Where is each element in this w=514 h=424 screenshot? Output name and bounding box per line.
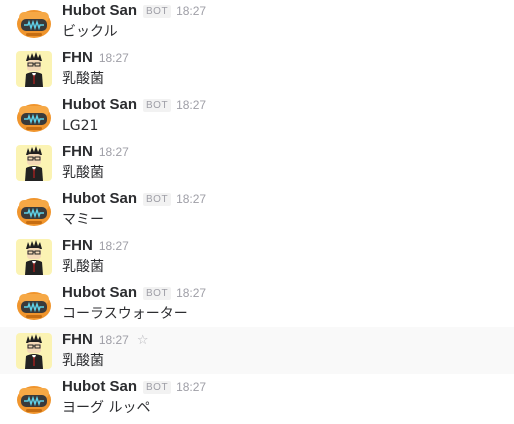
hubot-avatar-icon	[16, 380, 52, 416]
message-row[interactable]: Hubot San BOT 18:27 ビックル	[0, 2, 514, 49]
hubot-robot-avatar[interactable]	[16, 286, 52, 322]
message-text: ビックル	[62, 24, 118, 40]
author-name[interactable]: FHN	[62, 49, 93, 66]
hubot-avatar-icon	[16, 286, 52, 322]
hubot-robot-avatar[interactable]	[16, 98, 52, 134]
author-name[interactable]: Hubot San	[62, 96, 137, 113]
message-list: Hubot San BOT 18:27 ビックル FHN 18:27 乳酸菌 Hubot …	[0, 0, 514, 424]
message-timestamp[interactable]: 18:27	[176, 98, 206, 112]
message-row[interactable]: FHN 18:27 乳酸菌	[0, 143, 514, 190]
fhn-user-avatar[interactable]	[16, 333, 52, 369]
message-timestamp[interactable]: 18:27	[176, 286, 206, 300]
author-name[interactable]: FHN	[62, 143, 93, 160]
message-row[interactable]: Hubot San BOT 18:27 LG21	[0, 96, 514, 143]
message-timestamp[interactable]: 18:27	[176, 380, 206, 394]
message-header: Hubot San BOT 18:27	[62, 284, 206, 302]
fhn-user-avatar[interactable]	[16, 145, 52, 181]
message-text: ヨーグ ルッペ	[62, 400, 151, 416]
message-header: FHN 18:27	[62, 49, 129, 67]
message-text: 乳酸菌	[62, 71, 104, 87]
fhn-avatar-icon	[16, 51, 52, 87]
message-header: FHN 18:27 ☆	[62, 331, 149, 349]
fhn-avatar-icon	[16, 145, 52, 181]
bot-badge: BOT	[143, 99, 172, 112]
message-timestamp[interactable]: 18:27	[99, 51, 129, 65]
author-name[interactable]: Hubot San	[62, 378, 137, 395]
bot-badge: BOT	[143, 381, 172, 394]
message-row[interactable]: Hubot San BOT 18:27 コーラスウォーター	[0, 284, 514, 331]
author-name[interactable]: FHN	[62, 237, 93, 254]
hubot-avatar-icon	[16, 192, 52, 228]
message-text: マミー	[62, 212, 104, 228]
fhn-user-avatar[interactable]	[16, 51, 52, 87]
hubot-robot-avatar[interactable]	[16, 192, 52, 228]
message-text: コーラスウォーター	[62, 306, 188, 322]
message-header: Hubot San BOT 18:27	[62, 2, 206, 20]
message-row[interactable]: Hubot San BOT 18:27 ヨーグ ルッペ	[0, 378, 514, 424]
fhn-avatar-icon	[16, 239, 52, 275]
hubot-robot-avatar[interactable]	[16, 4, 52, 40]
message-header: Hubot San BOT 18:27	[62, 190, 206, 208]
message-row[interactable]: FHN 18:27 乳酸菌	[0, 237, 514, 284]
fhn-avatar-icon	[16, 333, 52, 369]
author-name[interactable]: FHN	[62, 331, 93, 348]
bot-badge: BOT	[143, 5, 172, 18]
message-row[interactable]: FHN 18:27 乳酸菌	[0, 49, 514, 96]
hubot-avatar-icon	[16, 4, 52, 40]
author-name[interactable]: Hubot San	[62, 2, 137, 19]
bot-badge: BOT	[143, 193, 172, 206]
message-header: FHN 18:27	[62, 143, 129, 161]
fhn-user-avatar[interactable]	[16, 239, 52, 275]
hubot-robot-avatar[interactable]	[16, 380, 52, 416]
author-name[interactable]: Hubot San	[62, 190, 137, 207]
message-timestamp[interactable]: 18:27	[176, 4, 206, 18]
star-outline-icon[interactable]: ☆	[137, 331, 149, 349]
message-timestamp[interactable]: 18:27	[99, 239, 129, 253]
message-text: 乳酸菌	[62, 165, 104, 181]
message-row[interactable]: Hubot San BOT 18:27 マミー	[0, 190, 514, 237]
message-text: LG21	[62, 118, 99, 134]
message-row[interactable]: FHN 18:27 ☆ 乳酸菌	[0, 327, 514, 374]
hubot-avatar-icon	[16, 98, 52, 134]
bot-badge: BOT	[143, 287, 172, 300]
message-timestamp[interactable]: 18:27	[176, 192, 206, 206]
message-text: 乳酸菌	[62, 259, 104, 275]
message-text: 乳酸菌	[62, 353, 104, 369]
message-header: FHN 18:27	[62, 237, 129, 255]
message-header: Hubot San BOT 18:27	[62, 378, 206, 396]
message-timestamp[interactable]: 18:27	[99, 333, 129, 347]
message-timestamp[interactable]: 18:27	[99, 145, 129, 159]
author-name[interactable]: Hubot San	[62, 284, 137, 301]
message-header: Hubot San BOT 18:27	[62, 96, 206, 114]
